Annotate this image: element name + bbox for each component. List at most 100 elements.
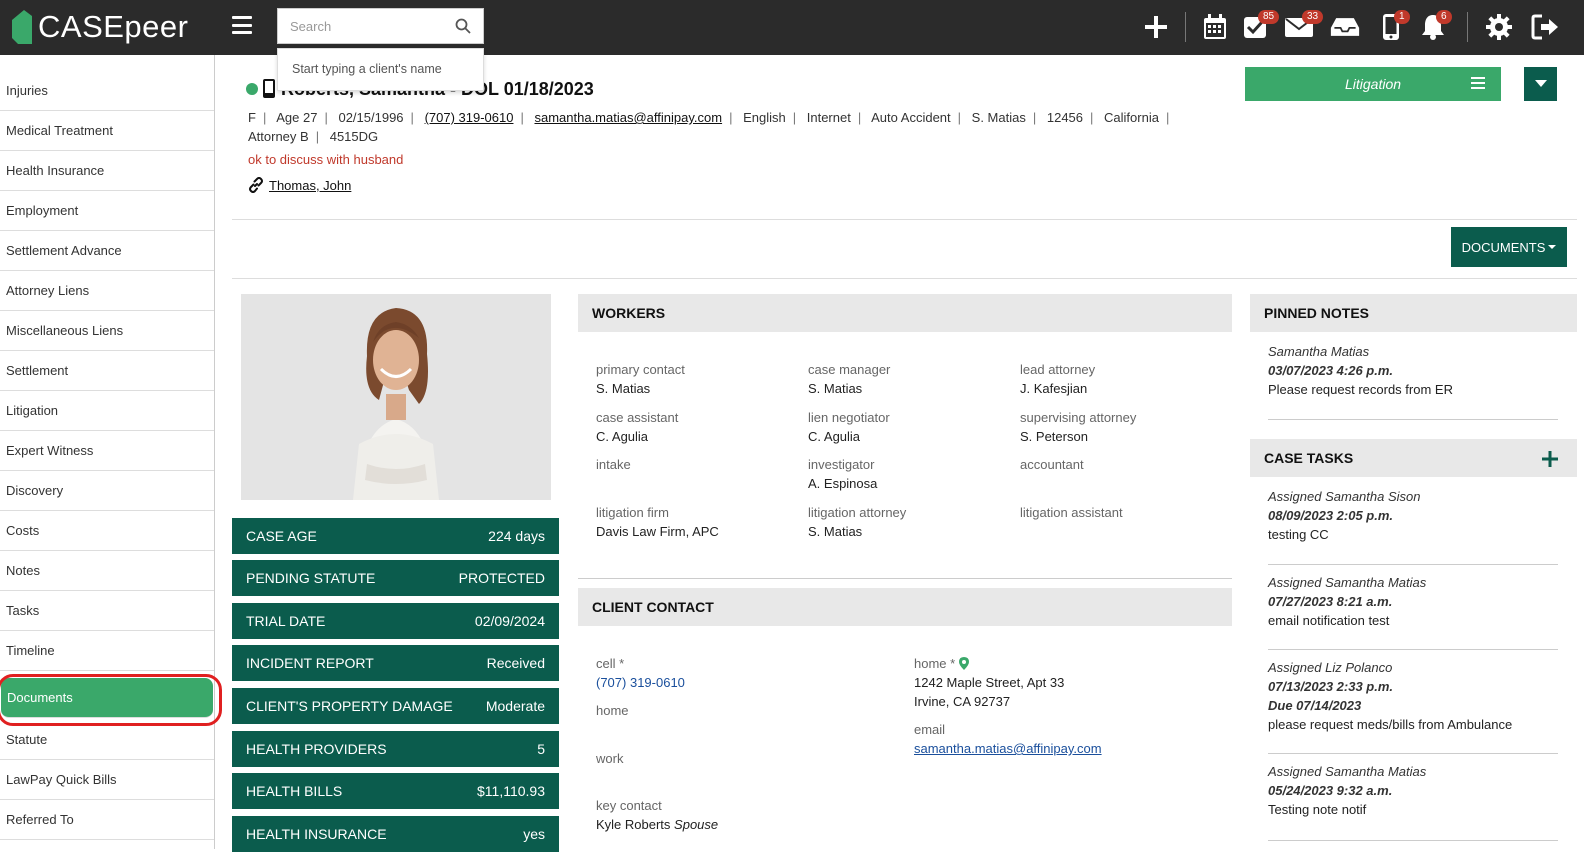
gear-icon[interactable] [1484,12,1514,42]
key-contact-relation: Spouse [674,817,719,832]
mobile-phone-icon [263,79,275,98]
linked-case: Thomas, John [248,177,351,193]
stat-trial-date[interactable]: TRIAL DATE 02/09/2024 [232,603,559,639]
cell-phone-link[interactable]: (707) 319-0610 [596,675,685,690]
pinned-notes-header: PINNED NOTES [1250,294,1577,332]
case-tasks-header: CASE TASKS [1250,439,1577,477]
task-text: please request meds/bills from Ambulance [1268,717,1513,732]
case-number: 12456 [1046,110,1084,125]
stage-menu-icon [1471,77,1485,89]
stat-value: 224 days [488,528,545,544]
email-label: email [914,722,946,737]
task-item[interactable]: Assigned Samantha Sison 08/09/2023 2:05 … [1268,487,1558,544]
stat-value: PROTECTED [458,570,545,586]
top-bar: CASEpeer 85 33 1 6 [0,0,1584,55]
mail-icon[interactable]: 33 [1284,10,1324,42]
calendar-icon[interactable] [1200,12,1230,42]
sidebar-item-tasks[interactable]: Tasks [0,591,214,631]
stat-property-damage[interactable]: CLIENT'S PROPERTY DAMAGE Moderate [232,688,559,724]
tasks-icon[interactable]: 85 [1240,10,1280,42]
app-logo[interactable]: CASEpeer [10,6,188,48]
plus-icon[interactable] [1141,12,1171,42]
stat-value: $11,110.93 [477,783,545,799]
app-name: CASEpeer [38,9,189,44]
client-gender: F [248,110,256,125]
client-email-link[interactable]: samantha.matias@affinipay.com [534,110,722,125]
search-input[interactable] [278,9,438,43]
task-assigned: Assigned Liz Polanco [1268,660,1393,675]
sidebar-item-settlement[interactable]: Settlement [0,351,214,391]
worker-label: case manager [808,362,891,377]
sidebar-item-attorney-liens[interactable]: Attorney Liens [0,271,214,311]
sidebar-item-injuries[interactable]: Injuries [0,71,214,111]
map-pin-icon[interactable] [958,657,969,670]
work-phone-label: work [596,751,624,766]
phone-badge: 1 [1394,10,1410,24]
mail-badge: 33 [1302,10,1324,24]
stat-label: PENDING STATUTE [246,570,376,586]
sidebar-item-costs[interactable]: Costs [0,511,214,551]
sidebar-item-miscellaneous-liens[interactable]: Miscellaneous Liens [0,311,214,351]
documents-dropdown-button[interactable]: DOCUMENTS [1451,227,1567,267]
email-link[interactable]: samantha.matias@affinipay.com [914,741,1102,756]
logout-icon[interactable] [1530,12,1560,42]
worker-label: litigation firm [596,505,669,520]
sidebar-item-health-insurance[interactable]: Health Insurance [0,151,214,191]
sidebar-item-litigation[interactable]: Litigation [0,391,214,431]
sidebar-item-statute[interactable]: Statute [0,720,214,760]
stat-pending-statute[interactable]: PENDING STATUTE PROTECTED [232,560,559,596]
stat-label: INCIDENT REPORT [246,655,374,671]
add-task-icon[interactable] [1542,451,1558,467]
sidebar-item-notes[interactable]: Notes [0,551,214,591]
worker-value: S. Peterson [1020,429,1088,444]
key-contact-name: Kyle Roberts [596,817,671,832]
sidebar-item-timeline[interactable]: Timeline [0,631,214,671]
home-address-label: home * [914,656,969,671]
client-age: Age 27 [276,110,318,125]
stat-incident-report[interactable]: INCIDENT REPORT Received [232,645,559,681]
worker-value: A. Espinosa [808,476,878,491]
case-stage-button[interactable]: Litigation [1245,67,1501,101]
case-source: Internet [806,110,851,125]
cell-label: cell * [596,656,625,671]
task-item[interactable]: Assigned Samantha Matias 07/27/2023 8:21… [1268,573,1558,630]
client-phone-link[interactable]: (707) 319-0610 [425,110,514,125]
workers-header: WORKERS [578,294,1232,332]
toolbar-divider [1467,12,1468,42]
divider [1268,419,1558,420]
worker-label: supervising attorney [1020,410,1137,425]
stat-health-bills[interactable]: HEALTH BILLS $11,110.93 [232,773,559,809]
sidebar-item-documents[interactable]: Documents [1,678,213,718]
stat-label: CASE AGE [246,528,317,544]
linked-case-link[interactable]: Thomas, John [269,178,351,193]
task-item[interactable]: Assigned Liz Polanco 07/13/2023 2:33 p.m… [1268,658,1558,734]
case-stage-label: Litigation [1344,76,1402,92]
stat-value: yes [523,826,545,842]
stat-label: HEALTH BILLS [246,783,343,799]
sidebar-item-lawpay-quick-bills[interactable]: LawPay Quick Bills [0,760,214,800]
bell-icon[interactable]: 6 [1418,10,1452,42]
link-icon [249,177,263,193]
inbox-icon[interactable] [1330,12,1360,42]
sidebar-item-employment[interactable]: Employment [0,191,214,231]
stage-dropdown-button[interactable] [1524,67,1557,101]
stat-health-providers[interactable]: HEALTH PROVIDERS 5 [232,731,559,767]
search-icon[interactable] [455,18,471,34]
sidebar-item-referred-to[interactable]: Referred To [0,800,214,840]
case-info-line: F | Age 27 | 02/15/1996 | (707) 319-0610 | s… [248,110,1170,144]
task-item[interactable]: Assigned Samantha Matias 05/24/2023 9:32… [1268,762,1558,819]
stat-health-insurance[interactable]: HEALTH INSURANCE yes [232,816,559,852]
sidebar-item-expert-witness[interactable]: Expert Witness [0,431,214,471]
menu-toggle-icon[interactable] [232,16,252,34]
client-note: ok to discuss with husband [248,152,404,167]
pinned-note[interactable]: Samantha Matias 03/07/2023 4:26 p.m. Ple… [1268,342,1558,399]
documents-button-label: DOCUMENTS [1461,239,1546,255]
sidebar-item-settlement-advance[interactable]: Settlement Advance [0,231,214,271]
sidebar: Injuries Medical Treatment Health Insura… [0,55,215,849]
sidebar-item-discovery[interactable]: Discovery [0,471,214,511]
search-box [277,8,484,44]
home-address-label-text: home * [914,656,956,671]
stat-case-age[interactable]: CASE AGE 224 days [232,518,559,554]
phone-icon[interactable]: 1 [1376,10,1410,42]
sidebar-item-medical-treatment[interactable]: Medical Treatment [0,111,214,151]
